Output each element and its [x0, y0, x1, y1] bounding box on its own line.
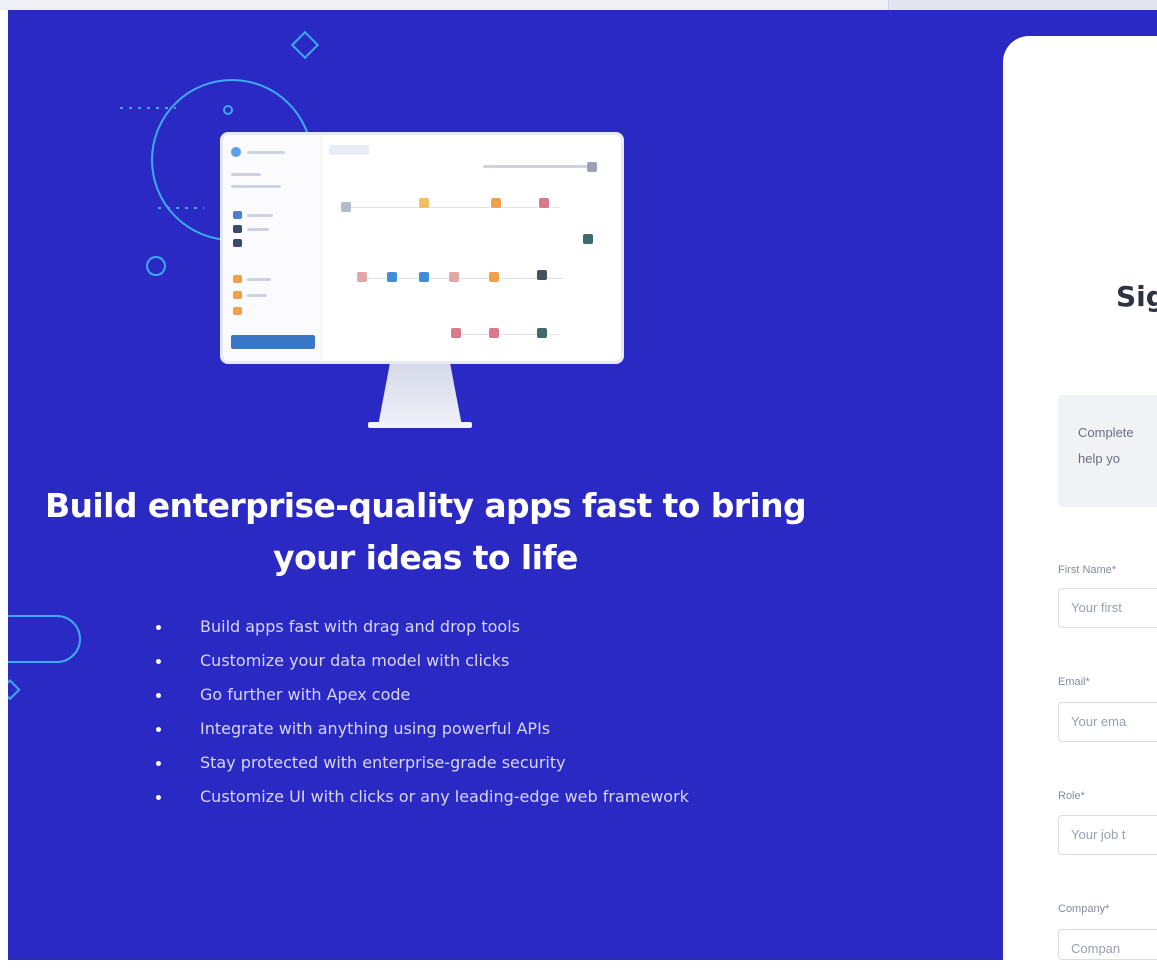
feature-text: Build apps fast with drag and drop tools: [200, 617, 520, 636]
app-tab-mock: [329, 145, 369, 155]
app-line-mock: [247, 294, 267, 297]
app-node-mock: [449, 272, 459, 282]
feature-text: Customize your data model with clicks: [200, 651, 510, 670]
deco-dot-circle: [223, 105, 233, 115]
app-line-mock: [247, 214, 273, 217]
monitor-screen: [220, 132, 624, 364]
company-placeholder: Compan: [1071, 941, 1121, 956]
email-field[interactable]: Your ema: [1058, 702, 1157, 742]
intro-text: Complete help yo: [1078, 420, 1157, 472]
intro-line: help yo: [1078, 451, 1120, 466]
app-node-mock: [489, 328, 499, 338]
app-icon-mock: [233, 225, 242, 233]
app-icon-mock: [233, 239, 242, 247]
app-icon-mock: [233, 275, 242, 283]
hero-headline: Build enterprise-quality apps fast to br…: [44, 486, 807, 577]
bullet-icon: [156, 625, 161, 630]
email-placeholder: Your ema: [1071, 714, 1127, 729]
feature-text: Integrate with anything using powerful A…: [200, 719, 551, 738]
feature-text: Customize UI with clicks or any leading-…: [200, 787, 689, 806]
app-node-mock: [419, 272, 429, 282]
deco-diamond-small: [8, 679, 21, 701]
app-node-mock: [341, 202, 351, 212]
intro-line: Complete: [1078, 425, 1134, 440]
app-node-mock: [537, 270, 547, 280]
app-cta-mock: [231, 335, 315, 349]
feature-text: Go further with Apex code: [200, 685, 411, 704]
first-name-placeholder: Your first: [1071, 600, 1122, 615]
app-node-mock: [539, 198, 549, 208]
signup-title: Sig: [1116, 280, 1157, 313]
monitor-neck: [378, 364, 462, 426]
browser-top-strip: [0, 0, 1157, 10]
app-link-mock: [349, 207, 559, 208]
first-name-label: First Name*: [1058, 564, 1117, 576]
company-field[interactable]: Compan: [1058, 929, 1157, 960]
app-line-mock: [247, 278, 271, 281]
hero-panel: Build enterprise-quality apps fast to br…: [8, 10, 1157, 960]
bullet-icon: [156, 659, 161, 664]
feature-list: Build apps fast with drag and drop tools…: [148, 610, 748, 814]
feature-text: Stay protected with enterprise-grade sec…: [200, 753, 566, 772]
email-label: Email*: [1058, 676, 1090, 688]
bullet-icon: [156, 795, 161, 800]
app-node-mock: [357, 272, 367, 282]
bullet-icon: [156, 761, 161, 766]
app-node-mock: [387, 272, 397, 282]
app-node-mock: [587, 162, 597, 172]
app-icon-mock: [233, 291, 242, 299]
app-line-mock: [231, 173, 261, 176]
feature-item: Build apps fast with drag and drop tools: [148, 610, 748, 644]
monitor-stand: [368, 422, 472, 428]
feature-item: Customize your data model with clicks: [148, 644, 748, 678]
role-placeholder: Your job t: [1071, 827, 1126, 842]
deco-diamond: [290, 30, 320, 60]
app-line-mock: [231, 185, 281, 188]
feature-item: Integrate with anything using powerful A…: [148, 712, 748, 746]
feature-item: Customize UI with clicks or any leading-…: [148, 780, 748, 814]
first-name-field[interactable]: Your first: [1058, 588, 1157, 628]
app-node-mock: [419, 198, 429, 208]
app-logo-mock: [231, 147, 241, 157]
browser-tab-edge: [888, 0, 1157, 10]
app-node-mock: [583, 234, 593, 244]
app-icon-mock: [233, 211, 242, 219]
feature-item: Stay protected with enterprise-grade sec…: [148, 746, 748, 780]
role-field[interactable]: Your job t: [1058, 815, 1157, 855]
role-label: Role*: [1058, 790, 1085, 802]
app-sidebar-mock: [223, 135, 322, 361]
app-node-mock: [537, 328, 547, 338]
app-line-mock: [483, 165, 587, 168]
app-icon-mock: [233, 307, 242, 315]
deco-small-circle: [146, 256, 166, 276]
bullet-icon: [156, 693, 161, 698]
feature-item: Go further with Apex code: [148, 678, 748, 712]
bullet-icon: [156, 727, 161, 732]
deco-pill: [8, 615, 81, 663]
app-node-mock: [491, 198, 501, 208]
app-node-mock: [451, 328, 461, 338]
company-label: Company*: [1058, 903, 1110, 915]
app-line-mock: [247, 151, 285, 154]
monitor-illustration: [220, 132, 628, 450]
app-line-mock: [247, 228, 269, 231]
app-node-mock: [489, 272, 499, 282]
